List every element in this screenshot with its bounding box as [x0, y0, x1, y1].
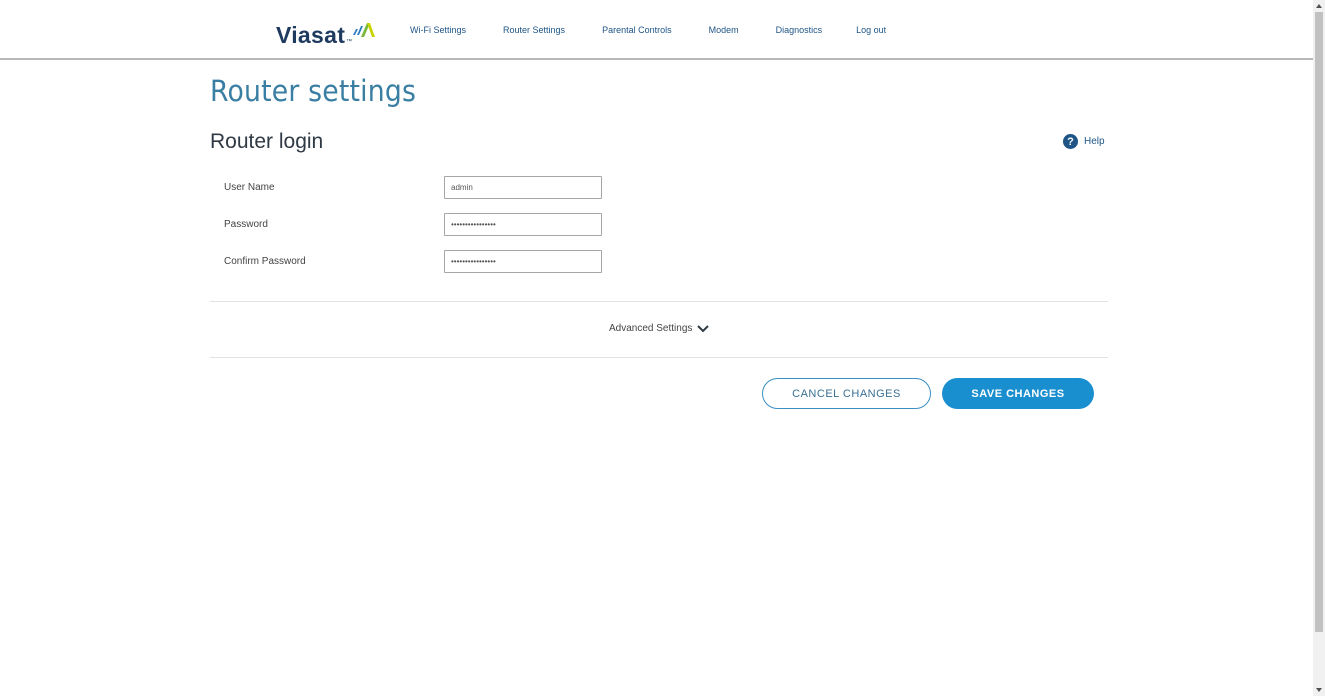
nav-diagnostics[interactable]: Diagnostics	[776, 25, 823, 35]
confirm-password-label: Confirm Password	[224, 256, 306, 267]
logo-text: Viasat	[276, 22, 346, 48]
nav-modem[interactable]: Modem	[709, 25, 739, 35]
username-label: User Name	[224, 182, 275, 193]
viasat-logo[interactable]: Viasat ™	[276, 13, 376, 48]
scroll-down-icon[interactable]	[1316, 688, 1322, 692]
scroll-up-icon[interactable]	[1316, 4, 1322, 8]
nav-log-out[interactable]: Log out	[856, 25, 886, 35]
confirm-password-row: Confirm Password	[224, 250, 602, 273]
confirm-password-input[interactable]	[444, 250, 602, 273]
scroll-thumb[interactable]	[1315, 12, 1323, 632]
router-settings-page: Viasat ™ Wi-Fi Settings Router Settings …	[0, 0, 1325, 696]
viasat-wave-icon	[353, 23, 376, 37]
vertical-scrollbar[interactable]	[1313, 0, 1325, 696]
help-link[interactable]: ? Help	[1063, 134, 1105, 149]
divider-top	[210, 301, 1108, 302]
page-title: Router settings	[210, 74, 417, 108]
nav-router-settings[interactable]: Router Settings	[503, 25, 565, 35]
logo-trademark: ™	[346, 39, 353, 45]
advanced-settings-label: Advanced Settings	[609, 323, 693, 334]
section-title: Router login	[210, 130, 324, 153]
advanced-settings-toggle[interactable]: Advanced Settings	[609, 323, 710, 334]
main-nav: Wi-Fi Settings Router Settings Parental …	[410, 25, 886, 35]
divider-bottom	[210, 357, 1108, 358]
question-circle-icon: ?	[1063, 134, 1078, 149]
save-changes-button[interactable]: SAVE CHANGES	[942, 378, 1094, 409]
nav-parental-controls[interactable]: Parental Controls	[602, 25, 672, 35]
nav-wifi-settings[interactable]: Wi-Fi Settings	[410, 25, 466, 35]
top-header: Viasat ™ Wi-Fi Settings Router Settings …	[0, 0, 1313, 60]
username-row: User Name	[224, 176, 602, 199]
username-input[interactable]	[444, 176, 602, 199]
help-label: Help	[1084, 136, 1105, 147]
cancel-changes-button[interactable]: CANCEL CHANGES	[762, 378, 931, 409]
password-input[interactable]	[444, 213, 602, 236]
chevron-down-icon	[697, 324, 710, 332]
password-row: Password	[224, 213, 602, 236]
password-label: Password	[224, 219, 268, 230]
